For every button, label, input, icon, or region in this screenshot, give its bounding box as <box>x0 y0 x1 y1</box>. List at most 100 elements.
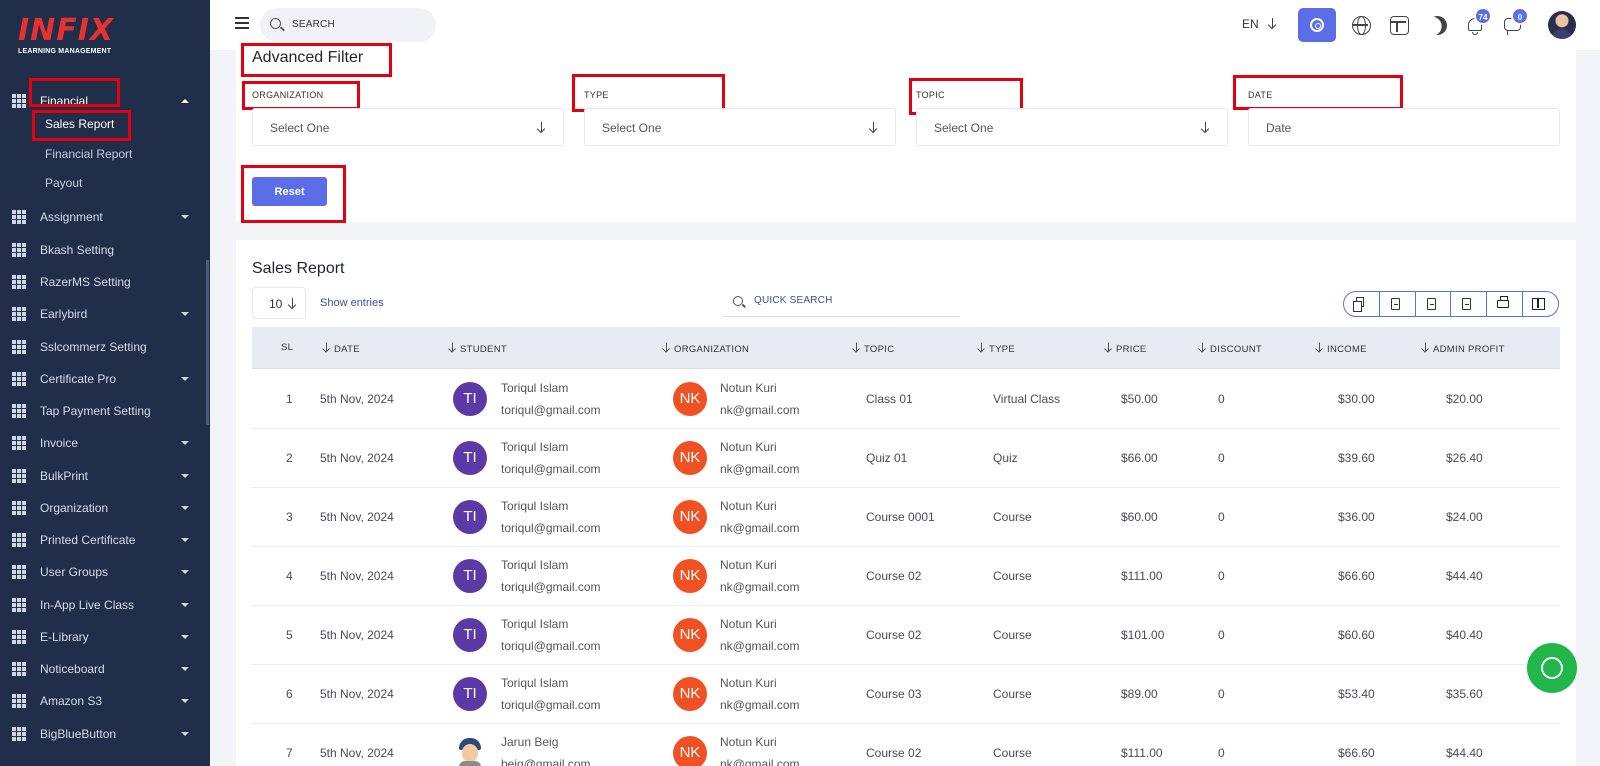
student-name[interactable]: Toriqul Islam <box>501 676 568 690</box>
notification-badge: 74 <box>1474 7 1492 25</box>
sidebar-item-amazon-s3[interactable]: Amazon S3 <box>0 686 210 716</box>
organization-avatar: NK <box>673 559 707 593</box>
sidebar-item-assignment[interactable]: Assignment <box>0 202 210 232</box>
column-header-topic[interactable]: TOPIC <box>852 342 894 355</box>
sidebar-item-bulkprint[interactable]: BulkPrint <box>0 461 210 491</box>
export-csv-button[interactable] <box>1414 292 1451 316</box>
sidebar-item-label: User Groups <box>40 565 109 579</box>
organization-name[interactable]: Notun Kuri <box>720 676 777 690</box>
cell-discount: 0 <box>1218 687 1225 701</box>
date-label: DATE <box>1248 90 1273 100</box>
reset-button[interactable]: Reset <box>252 177 327 206</box>
column-header-date[interactable]: DATE <box>322 342 360 355</box>
language-selector[interactable]: EN <box>1242 17 1276 31</box>
organization-name[interactable]: Notun Kuri <box>720 735 777 749</box>
sidebar-item-certificate-pro[interactable]: Certificate Pro <box>0 364 210 394</box>
sidebar-item-tap-payment-setting[interactable]: Tap Payment Setting <box>0 396 210 426</box>
student-avatar: TI <box>453 382 487 416</box>
print-icon <box>1497 296 1510 308</box>
per-page-select[interactable]: 10 <box>252 287 306 319</box>
sidebar-subitem-payout[interactable]: Payout <box>45 176 82 190</box>
whatsapp-button[interactable] <box>1527 643 1577 693</box>
export-excel-button[interactable] <box>1378 292 1415 316</box>
table-row[interactable]: 1 5th Nov, 2024 TI Toriqul Islam toriqul@gma… <box>252 370 1560 429</box>
sidebar-subitem-sales-report[interactable]: Sales Report <box>45 117 114 131</box>
sidebar-item-user-groups[interactable]: User Groups <box>0 557 210 587</box>
cell-price: $111.00 <box>1121 569 1163 583</box>
sidebar-item-financial[interactable]: Financial <box>0 86 210 116</box>
column-header-income[interactable]: INCOME <box>1315 342 1367 355</box>
student-avatar: TI <box>453 677 487 711</box>
organization-name[interactable]: Notun Kuri <box>720 381 777 395</box>
sidebar-item-sslcommerz-setting[interactable]: Sslcommerz Setting <box>0 332 210 362</box>
column-visibility-button[interactable] <box>1522 292 1558 316</box>
topic-label: TOPIC <box>916 90 945 100</box>
cell-type: Virtual Class <box>993 392 1061 406</box>
grid-icon <box>12 565 26 579</box>
column-header-discount[interactable]: DISCOUNT <box>1198 342 1262 355</box>
print-button[interactable] <box>1486 292 1522 316</box>
table-row[interactable]: 4 5th Nov, 2024 TI Toriqul Islam toriqul@gma… <box>252 547 1560 606</box>
student-name[interactable]: Toriqul Islam <box>501 440 568 454</box>
user-avatar[interactable] <box>1548 11 1576 39</box>
organization-email: nk@gmail.com <box>720 757 800 766</box>
student-name[interactable]: Jarun Beig <box>501 735 558 749</box>
topic-select[interactable]: Select One <box>916 108 1228 146</box>
table-row[interactable]: 7 5th Nov, 2024 Jarun Beig beig@gmail.com NK… <box>252 724 1560 766</box>
grid-icon <box>12 436 26 450</box>
table-row[interactable]: 2 5th Nov, 2024 TI Toriqul Islam toriqul@gma… <box>252 429 1560 488</box>
copy-button[interactable] <box>1344 292 1379 316</box>
organization-email: nk@gmail.com <box>720 639 800 653</box>
chevron-down-icon <box>181 312 189 316</box>
cell-date: 5th Nov, 2024 <box>320 392 394 406</box>
layout-icon[interactable] <box>1390 16 1409 35</box>
table-row[interactable]: 3 5th Nov, 2024 TI Toriqul Islam toriqul@gma… <box>252 488 1560 547</box>
sidebar-scrollbar[interactable] <box>206 260 209 425</box>
date-input[interactable]: Date <box>1248 108 1560 146</box>
cell-admin-profit: $24.00 <box>1446 510 1483 524</box>
table-row[interactable]: 6 5th Nov, 2024 TI Toriqul Islam toriqul@gma… <box>252 665 1560 724</box>
column-header-type[interactable]: TYPE <box>977 342 1015 355</box>
table-row[interactable]: 5 5th Nov, 2024 TI Toriqul Islam toriqul@gma… <box>252 606 1560 665</box>
organization-name[interactable]: Notun Kuri <box>720 617 777 631</box>
quick-search-input[interactable]: QUICK SEARCH <box>722 289 960 317</box>
moon-icon[interactable] <box>1425 13 1451 39</box>
export-pdf-button[interactable] <box>1450 292 1486 316</box>
column-header-sl[interactable]: SL <box>281 342 293 353</box>
column-header-student[interactable]: STUDENT <box>448 342 507 355</box>
student-name[interactable]: Toriqul Islam <box>501 617 568 631</box>
menu-toggle-icon[interactable] <box>235 17 249 29</box>
sidebar-item-in-app-live-class[interactable]: In-App Live Class <box>0 590 210 620</box>
sidebar-item-e-library[interactable]: E-Library <box>0 622 210 652</box>
student-name[interactable]: Toriqul Islam <box>501 381 568 395</box>
sidebar-item-razerms-setting[interactable]: RazerMS Setting <box>0 267 210 297</box>
student-name[interactable]: Toriqul Islam <box>501 499 568 513</box>
sidebar-item-invoice[interactable]: Invoice <box>0 428 210 458</box>
sidebar-item-organization[interactable]: Organization <box>0 493 210 523</box>
cell-price: $111.00 <box>1121 746 1163 760</box>
sidebar-subitem-financial-report[interactable]: Financial Report <box>45 147 132 161</box>
column-header-admin-profit[interactable]: ADMIN PROFIT <box>1421 342 1505 355</box>
organization-name[interactable]: Notun Kuri <box>720 499 777 513</box>
organization-name[interactable]: Notun Kuri <box>720 440 777 454</box>
sidebar-item-printed-certificate[interactable]: Printed Certificate <box>0 525 210 555</box>
organization-name[interactable]: Notun Kuri <box>720 558 777 572</box>
csv-file-icon <box>1426 298 1436 310</box>
column-header-price[interactable]: PRICE <box>1104 342 1147 355</box>
search-placeholder: SEARCH <box>292 19 335 30</box>
sidebar-item-bkash-setting[interactable]: Bkash Setting <box>0 235 210 265</box>
organization-email: nk@gmail.com <box>720 403 800 417</box>
ai-assistant-button[interactable] <box>1298 8 1336 42</box>
sidebar-item-earlybird[interactable]: Earlybird <box>0 299 210 329</box>
column-header-organization[interactable]: ORGANIZATION <box>662 342 749 355</box>
student-name[interactable]: Toriqul Islam <box>501 558 568 572</box>
organization-select[interactable]: Select One <box>252 108 564 146</box>
type-select[interactable]: Select One <box>584 108 896 146</box>
sidebar-item-bigbluebutton[interactable]: BigBlueButton <box>0 719 210 749</box>
cell-income: $60.60 <box>1338 628 1375 642</box>
globe-icon[interactable] <box>1352 16 1371 35</box>
search-input[interactable]: SEARCH <box>260 8 436 42</box>
sidebar-item-noticeboard[interactable]: Noticeboard <box>0 654 210 684</box>
sales-report-title: Sales Report <box>252 260 345 277</box>
brand-logo[interactable]: INFIX LEARNING MANAGEMENT <box>18 16 114 56</box>
